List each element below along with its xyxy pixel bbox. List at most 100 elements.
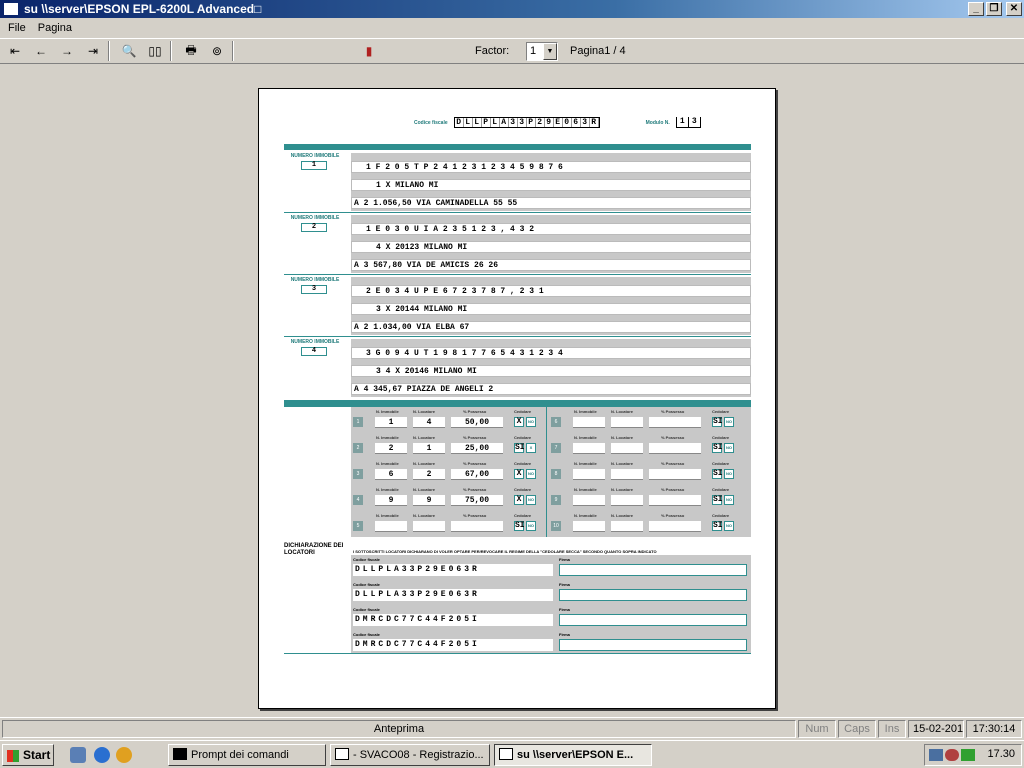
task-label: su \\server\EPSON E... xyxy=(517,749,634,761)
title-bar[interactable]: su \\server\EPSON EPL-6200L Advanced□ _ … xyxy=(0,0,1024,18)
loc-perc xyxy=(649,443,701,454)
media-player-icon[interactable] xyxy=(116,747,132,763)
locatore-cf: DMRCDC77C44F205I xyxy=(353,639,553,651)
hdr-cedolare: Cedolare xyxy=(514,487,532,492)
cedolare-no-check[interactable]: X xyxy=(526,443,536,453)
firma-label: Firma xyxy=(559,582,570,587)
hdr-perc: % Possesso xyxy=(463,513,487,518)
menu-pagina[interactable]: Pagina xyxy=(32,22,78,34)
modulo-boxes: 13 xyxy=(675,117,701,128)
immobile-row-catasto: 1 F 2 0 5 T P 2 4 1 2 3 1 2 3 4 5 9 8 7 … xyxy=(351,161,751,173)
hdr-perc: % Possesso xyxy=(661,461,685,466)
immobile-grid: 1 E 0 3 0 U I A 2 3 5 1 2 3 , 4 3 2 4 X 2… xyxy=(351,215,751,273)
status-time: 17:30:14 xyxy=(966,720,1022,738)
cedolare-si-check[interactable]: SI xyxy=(514,443,525,453)
task-epson[interactable]: su \\server\EPSON E... xyxy=(494,744,652,766)
modulo-label: Modulo N. xyxy=(645,119,670,126)
cedolare-no-check[interactable]: NO xyxy=(526,469,536,479)
cedolare-si-check[interactable]: SI xyxy=(712,521,723,531)
loc-perc xyxy=(649,495,701,506)
minimize-button[interactable]: _ xyxy=(968,2,984,16)
locazione-index: 3 xyxy=(353,469,363,479)
next-page-icon[interactable]: → xyxy=(56,41,78,61)
printer-icon[interactable]: 🖶 xyxy=(180,41,202,61)
first-page-icon[interactable]: ⇤ xyxy=(4,41,26,61)
exit-door-icon[interactable]: ▮ xyxy=(358,41,380,61)
cedolare-no-check[interactable]: NO xyxy=(526,417,536,427)
document-page: Codice fiscale DLLPLA33P29E063R Modulo N… xyxy=(258,88,776,709)
factor-select[interactable]: 1 ▼ xyxy=(526,42,558,61)
cedolare-si-check[interactable]: SI xyxy=(712,417,723,427)
update-icon[interactable] xyxy=(961,749,975,761)
loc-n-locatore xyxy=(413,521,445,532)
hdr-n-locatore: N. Locatore xyxy=(413,461,436,466)
cedolare-si-check[interactable]: SI xyxy=(712,495,723,505)
internet-explorer-icon[interactable] xyxy=(94,747,110,763)
numero-immobile-value: 1 xyxy=(301,161,327,170)
close-button[interactable]: ✕ xyxy=(1006,2,1022,16)
start-button[interactable]: Start xyxy=(2,744,54,766)
cf-char: E xyxy=(554,118,563,127)
locazione-index: 1 xyxy=(353,417,363,427)
loc-n-immobile: 2 xyxy=(375,443,407,454)
clock: 17.30 xyxy=(987,748,1015,760)
window-icon xyxy=(499,748,513,760)
locazioni-divider xyxy=(546,407,547,537)
cf-char: 6 xyxy=(572,118,581,127)
cedolare-si-check[interactable]: SI xyxy=(712,443,723,453)
firma-field[interactable] xyxy=(559,639,747,651)
maximize-button[interactable]: ❐ xyxy=(986,2,1002,16)
menu-file[interactable]: File xyxy=(2,22,32,34)
chevron-down-icon[interactable]: ▼ xyxy=(543,43,557,60)
locazione-row: N. Immobile N. Locatore % Possesso Cedolare… xyxy=(351,435,549,454)
preview-area[interactable]: Codice fiscale DLLPLA33P29E063R Modulo N… xyxy=(0,65,1024,717)
row-text: 4 X 20123 MILANO MI xyxy=(376,242,468,252)
cf-char: P xyxy=(482,118,491,127)
task-prompt[interactable]: Prompt dei comandi xyxy=(168,744,326,766)
cedolare-si-check[interactable]: X xyxy=(514,469,524,479)
cedolare-no-check[interactable]: NO xyxy=(724,521,734,531)
cedolare-no-check[interactable]: NO xyxy=(724,443,734,453)
cedolare-no-check[interactable]: NO xyxy=(724,469,734,479)
locatore-row: Codice fiscale DLLPLA33P29E063R Firma xyxy=(353,557,749,579)
cedolare-no-check[interactable]: NO xyxy=(526,521,536,531)
hdr-n-immobile: N. Immobile xyxy=(376,461,399,466)
loc-n-immobile: 6 xyxy=(375,469,407,480)
locazione-row: N. Immobile N. Locatore % Possesso Cedolare… xyxy=(549,435,747,454)
hdr-n-locatore: N. Locatore xyxy=(611,487,634,492)
firma-field[interactable] xyxy=(559,564,747,576)
cf-char: 3 xyxy=(581,118,590,127)
cedolare-si-check[interactable]: X xyxy=(514,417,524,427)
hdr-n-locatore: N. Locatore xyxy=(611,461,634,466)
firma-field[interactable] xyxy=(559,614,747,626)
export-icon[interactable]: ⊚ xyxy=(206,41,228,61)
immobile-row-indirizzo: A 4 345,67 PIAZZA DE ANGELI 2 xyxy=(351,383,751,395)
prev-page-icon[interactable]: ← xyxy=(30,41,52,61)
show-desktop-icon[interactable] xyxy=(70,747,86,763)
immobile-row-indirizzo: A 2 1.056,50 VIA CAMINADELLA 55 55 xyxy=(351,197,751,209)
locatore-cf-label: Codice fiscale xyxy=(353,632,380,637)
cedolare-no-check[interactable]: NO xyxy=(724,495,734,505)
locatore-cf-label: Codice fiscale xyxy=(353,607,380,612)
row-text: 3 4 X 20146 MILANO MI xyxy=(376,366,477,376)
hdr-n-immobile: N. Immobile xyxy=(574,409,597,414)
firma-label: Firma xyxy=(559,632,570,637)
status-ins: Ins xyxy=(878,720,906,738)
firma-field[interactable] xyxy=(559,589,747,601)
two-pages-icon[interactable]: ▯▯ xyxy=(144,41,166,61)
security-icon[interactable] xyxy=(945,749,959,761)
cedolare-si-check[interactable]: X xyxy=(514,495,524,505)
network-icon[interactable] xyxy=(929,749,943,761)
row-text: 1 E 0 3 0 U I A 2 3 5 1 2 3 , 4 3 2 xyxy=(366,224,535,234)
loc-perc: 25,00 xyxy=(451,443,503,454)
cedolare-si-check[interactable]: SI xyxy=(514,521,525,531)
cf-char: 0 xyxy=(563,118,572,127)
cedolare-si-check[interactable]: SI xyxy=(712,469,723,479)
cf-char: A xyxy=(500,118,509,127)
cedolare-no-check[interactable]: NO xyxy=(526,495,536,505)
task-svaco[interactable]: - SVACO08 - Registrazio... xyxy=(330,744,490,766)
zoom-icon[interactable]: 🔍 xyxy=(118,41,140,61)
cedolare-no-check[interactable]: NO xyxy=(724,417,734,427)
last-page-icon[interactable]: ⇥ xyxy=(82,41,104,61)
row-text: A 2 1.034,00 VIA ELBA 67 xyxy=(354,322,470,332)
